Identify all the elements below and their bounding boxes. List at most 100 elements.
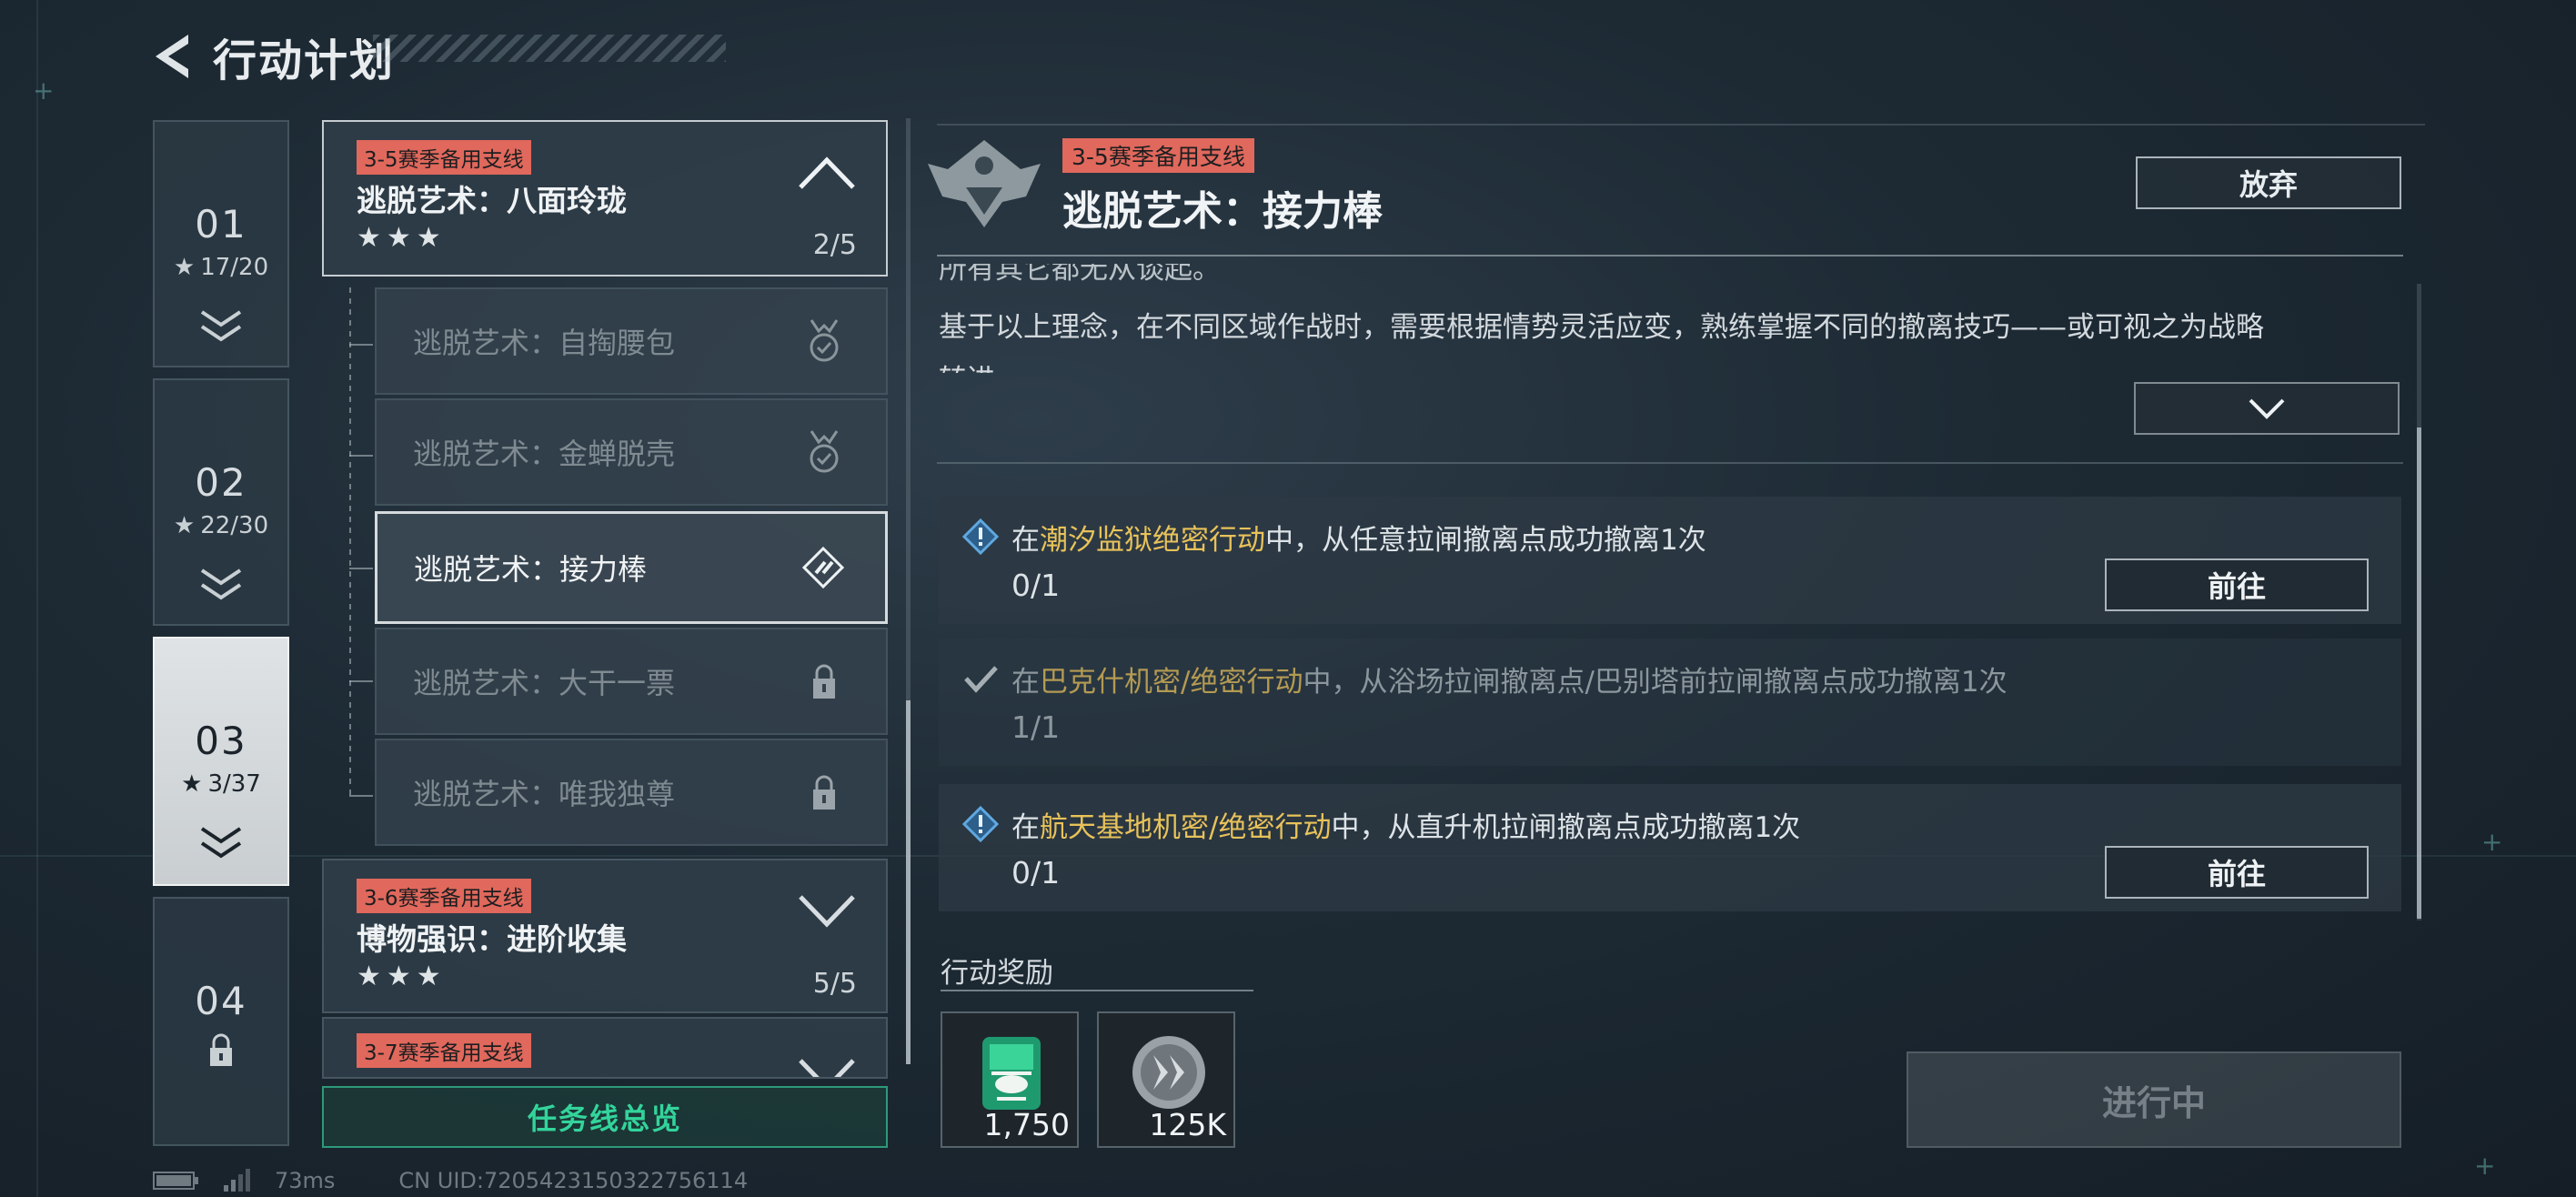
chevron-up-icon[interactable] <box>797 155 857 191</box>
chapter-stars: ★★★ <box>357 961 447 992</box>
task-location: 巴克什机密/绝密行动 <box>1040 666 1303 699</box>
info-diamond-icon <box>962 806 999 842</box>
title-divider <box>937 255 2403 256</box>
abandon-button[interactable]: 放弃 <box>2136 156 2401 209</box>
chapter-title: 逃脱艺术：八面玲珑 <box>357 183 627 218</box>
season-star-count: 17/20 <box>200 254 269 281</box>
panel-divider <box>937 124 2425 126</box>
ping-value: 73ms <box>275 1168 336 1193</box>
task-location: 航天基地机密/绝密行动 <box>1040 811 1332 844</box>
task-item: 在潮汐监狱绝密行动中，从任意拉闸撤离点成功撤离1次 0/1 前往 <box>939 497 2401 624</box>
eagle-emblem-icon <box>928 140 1041 227</box>
star-icon: ★ <box>173 254 196 281</box>
mission-label: 逃脱艺术：唯我独尊 <box>413 777 676 811</box>
mission-label: 逃脱艺术：大干一票 <box>413 666 676 700</box>
in-progress-button[interactable]: 进行中 <box>1907 1051 2401 1148</box>
reward-item[interactable]: 1,750 <box>941 1011 1079 1148</box>
helicopter-ticket-icon <box>982 1037 1041 1110</box>
checkmark-icon <box>964 666 998 693</box>
bg-crosshair: + <box>33 75 55 106</box>
chapter-progress: 2/5 <box>812 229 857 261</box>
season-stars: ★ 17/20 <box>174 254 268 281</box>
description-divider <box>937 462 2403 464</box>
bg-crosshair: + <box>2481 827 2503 857</box>
battery-icon <box>153 1172 198 1190</box>
mission-description: 所有其它都无从谈起。 基于以上理念，在不同区域作战时，需要根据情势灵活应变，熟练… <box>939 264 2403 373</box>
chapter-card[interactable]: 3-5赛季备用支线 逃脱艺术：八面玲珑 ★★★ 2/5 <box>322 120 888 277</box>
season-tab-04[interactable]: 04 <box>153 897 289 1146</box>
back-arrow-icon <box>156 35 188 78</box>
season-tab-03[interactable]: 03 ★ 3/37 <box>153 637 289 886</box>
chapter-progress: 5/5 <box>812 968 857 1000</box>
mission-item[interactable]: 逃脱艺术：大干一票 <box>375 628 888 735</box>
task-progress: 0/1 <box>1011 568 1061 603</box>
reward-item[interactable]: 125K <box>1097 1011 1235 1148</box>
chevron-down-icon <box>2249 398 2285 419</box>
mission-label: 逃脱艺术：金蝉脱壳 <box>413 437 676 471</box>
description-line: 基于以上理念，在不同区域作战时，需要根据情势灵活应变，熟练掌握不同的撤离技巧——… <box>939 311 2264 344</box>
task-item: 在航天基地机密/绝密行动中，从直升机拉闸撤离点成功撤离1次 0/1 前往 <box>939 784 2401 911</box>
medal-check-icon <box>797 314 851 368</box>
mission-item[interactable]: 逃脱艺术：自掏腰包 <box>375 287 888 395</box>
detail-scroll-thumb[interactable] <box>2417 428 2421 919</box>
rewards-label: 行动奖励 <box>941 957 1053 990</box>
lock-icon <box>797 765 851 820</box>
chapter-tag: 3-5赛季备用支线 <box>357 140 531 175</box>
task-progress: 0/1 <box>1011 855 1061 890</box>
mission-line-overview-button[interactable]: 任务线总览 <box>322 1086 888 1148</box>
in-progress-diamond-icon <box>796 540 850 595</box>
season-stars: ★ 22/30 <box>174 512 268 539</box>
expand-description-button[interactable] <box>2134 382 2400 435</box>
reward-count: 125K <box>1149 1107 1226 1142</box>
mission-item[interactable]: 逃脱艺术：唯我独尊 <box>375 739 888 846</box>
status-bar: 73ms CN UID:7205423150322756114 <box>153 1167 748 1194</box>
chevron-down-icon[interactable] <box>797 1057 857 1079</box>
chapter-tag: 3-7赛季备用支线 <box>357 1033 531 1068</box>
go-button[interactable]: 前往 <box>2105 846 2369 899</box>
mission-tree-branch <box>349 795 373 797</box>
mission-item-active[interactable]: 逃脱艺术：接力棒 <box>375 511 888 624</box>
task-item-completed: 在巴克什机密/绝密行动中，从浴场拉闸撤离点/巴别塔前拉闸撤离点成功撤离1次 1/… <box>939 639 2401 766</box>
mission-tree-line <box>349 287 351 797</box>
user-uid: CN UID:7205423150322756114 <box>398 1168 749 1193</box>
chapter-list-scroll-thumb[interactable] <box>906 700 911 1064</box>
season-number: 02 <box>195 460 247 505</box>
double-chevron-down-icon <box>200 310 242 342</box>
season-number: 01 <box>195 202 247 246</box>
silver-coin-icon <box>1132 1036 1205 1109</box>
task-description: 在巴克什机密/绝密行动中，从浴场拉闸撤离点/巴别塔前拉闸撤离点成功撤离1次 <box>1011 666 2007 699</box>
chapter-title: 博物强识：进阶收集 <box>357 921 627 957</box>
mission-tag: 3-5赛季备用支线 <box>1062 138 1254 173</box>
task-location: 潮汐监狱绝密行动 <box>1040 524 1265 557</box>
title-decoration <box>373 35 726 62</box>
season-number: 04 <box>195 979 247 1023</box>
mission-tree-branch <box>349 344 373 346</box>
lock-icon <box>797 654 851 709</box>
chevron-down-icon[interactable] <box>797 893 857 930</box>
description-line: 所有其它都无从谈起。 <box>939 264 1221 286</box>
back-button[interactable] <box>146 29 200 84</box>
mission-label: 逃脱艺术：接力棒 <box>414 552 648 587</box>
double-chevron-down-icon <box>200 568 242 600</box>
mission-title: 逃脱艺术：接力棒 <box>1062 188 1383 235</box>
go-button[interactable]: 前往 <box>2105 558 2369 611</box>
reward-count: 1,750 <box>983 1107 1070 1142</box>
season-star-count: 3/37 <box>207 770 261 798</box>
season-star-count: 22/30 <box>200 512 269 539</box>
season-tab-02[interactable]: 02 ★ 22/30 <box>153 378 289 626</box>
mission-tree-branch <box>349 680 373 682</box>
season-tab-01[interactable]: 01 ★ 17/20 <box>153 120 289 367</box>
rewards-divider <box>941 990 1253 991</box>
task-description: 在潮汐监狱绝密行动中，从任意拉闸撤离点成功撤离1次 <box>1011 524 1706 557</box>
task-progress: 1/1 <box>1011 709 1061 745</box>
bg-grid-line <box>36 0 38 1197</box>
star-icon: ★ <box>181 770 203 798</box>
signal-icon <box>224 1169 250 1192</box>
chapter-tag: 3-6赛季备用支线 <box>357 879 531 913</box>
description-line: 转进 <box>939 357 995 373</box>
task-description: 在航天基地机密/绝密行动中，从直升机拉闸撤离点成功撤离1次 <box>1011 811 1801 844</box>
chapter-card[interactable]: 3-7赛季备用支线 <box>322 1017 888 1079</box>
mission-item[interactable]: 逃脱艺术：金蝉脱壳 <box>375 398 888 506</box>
chapter-card[interactable]: 3-6赛季备用支线 博物强识：进阶收集 ★★★ 5/5 <box>322 859 888 1013</box>
bg-crosshair: + <box>2474 1151 2496 1181</box>
